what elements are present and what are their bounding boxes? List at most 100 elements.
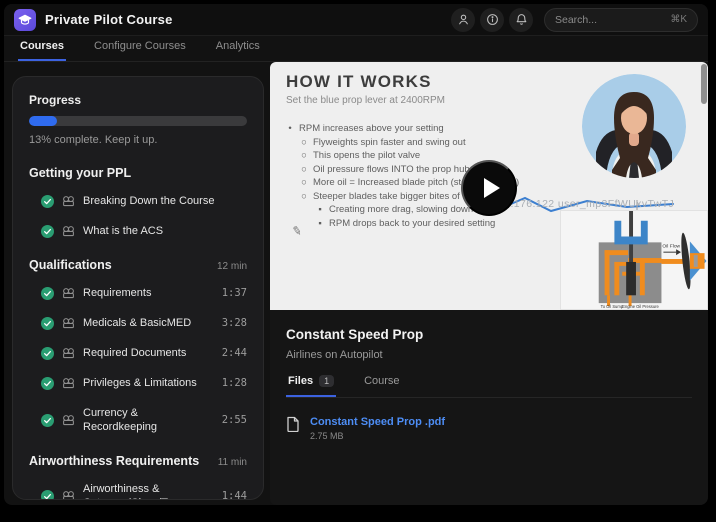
lesson-label: Currency & Recordkeeping xyxy=(83,406,214,434)
bullet-text: This opens the pilot valve xyxy=(313,149,420,163)
section-header-airworthiness-requirements: Airworthiness Requirements11 min xyxy=(29,454,247,468)
lesson-duration: 2:44 xyxy=(222,347,247,359)
user-icon[interactable] xyxy=(451,8,475,32)
course-outline: Getting your PPL Breaking Down the Course… xyxy=(29,166,247,500)
graduation-cap-icon xyxy=(14,9,36,31)
lesson-item-requirements[interactable]: Requirements 1:37 xyxy=(41,286,247,300)
lesson-item-medicals-basicmed[interactable]: Medicals & BasicMED 3:28 xyxy=(41,316,247,330)
lesson-panel: HOW IT WORKS Set the blue prop lever at … xyxy=(270,62,708,505)
check-circle-icon xyxy=(41,317,54,330)
bullet-text: Steeper blades take bigger bites of air xyxy=(313,190,473,204)
lesson-tab-label: Files xyxy=(288,375,313,387)
check-circle-icon xyxy=(41,414,54,427)
tab-configure-courses[interactable]: Configure Courses xyxy=(92,40,188,61)
video-player[interactable]: HOW IT WORKS Set the blue prop lever at … xyxy=(270,62,708,310)
bullet-text: RPM drops back to your desired setting xyxy=(329,217,495,231)
content-area: Progress 13% complete. Keep it up. Getti… xyxy=(4,62,708,505)
presenter-webcam-avatar xyxy=(582,74,686,178)
video-lesson-icon xyxy=(62,490,75,501)
prop-governor-diagram: Oil Flow To Oil Sump Engine Oil Pressure xyxy=(560,210,708,310)
progress-fill xyxy=(29,116,57,126)
pencil-annotation-icon: ✎ xyxy=(291,223,303,239)
check-circle-icon xyxy=(41,225,54,238)
video-watermark: 38.176.122 user_mp3FfWUxvTwTJ xyxy=(498,198,703,210)
lesson-label: Medicals & BasicMED xyxy=(83,316,214,330)
check-circle-icon xyxy=(41,490,54,501)
bullet-text: RPM increases above your setting xyxy=(299,122,444,136)
file-item-constant-speed-prop-pdf[interactable]: Constant Speed Prop .pdf 2.75 MB xyxy=(286,416,692,441)
search-shortcut: ⌘K xyxy=(670,14,687,25)
header-actions: Search... ⌘K xyxy=(451,8,698,32)
page-title: Private Pilot Course xyxy=(45,12,173,27)
lesson-label: Privileges & Limitations xyxy=(83,376,214,390)
lesson-tabs: Files 1 Course xyxy=(286,375,692,398)
slide-title: HOW IT WORKS xyxy=(286,72,432,92)
bullet-text: Creating more drag, slowing down xyxy=(329,203,473,217)
bullet-marker-icon: ○ xyxy=(300,163,308,177)
file-name[interactable]: Constant Speed Prop .pdf xyxy=(310,416,445,428)
slide-bullet: •RPM increases above your setting xyxy=(286,122,519,136)
slide-bullet: ○ Flyweights spin faster and swing out xyxy=(300,136,519,150)
play-button[interactable] xyxy=(461,160,517,216)
progress-status: 13% complete. Keep it up. xyxy=(29,134,247,146)
tab-count-badge: 1 xyxy=(319,375,334,387)
section-duration: 12 min xyxy=(217,261,247,272)
lesson-label: Breaking Down the Course xyxy=(83,194,247,208)
lesson-label: Requirements xyxy=(83,286,214,300)
lesson-author: Airlines on Autopilot xyxy=(286,349,692,361)
video-lesson-icon xyxy=(62,225,75,238)
files-list: Constant Speed Prop .pdf 2.75 MB xyxy=(286,416,692,441)
search-input[interactable]: Search... ⌘K xyxy=(544,8,698,32)
section-title: Qualifications xyxy=(29,258,112,272)
bullet-marker-icon: ▪ xyxy=(316,217,324,231)
check-circle-icon xyxy=(41,195,54,208)
slide-subtitle: Set the blue prop lever at 2400RPM xyxy=(286,95,445,106)
progress-label: Progress xyxy=(29,93,247,107)
lesson-item-what-is-the-acs[interactable]: What is the ACS xyxy=(41,224,247,238)
file-size: 2.75 MB xyxy=(310,431,445,441)
bullet-marker-icon: ○ xyxy=(300,136,308,150)
lesson-duration: 1:37 xyxy=(222,287,247,299)
main-tabs: Courses Configure Courses Analytics xyxy=(4,36,708,62)
bullet-marker-icon: ○ xyxy=(300,176,308,190)
check-circle-icon xyxy=(41,347,54,360)
lesson-item-breaking-down-the-course[interactable]: Breaking Down the Course xyxy=(41,194,247,208)
check-circle-icon xyxy=(41,287,54,300)
lesson-title: Constant Speed Prop xyxy=(286,327,692,342)
lesson-duration: 1:28 xyxy=(222,377,247,389)
bullet-text: Flyweights spin faster and swing out xyxy=(313,136,466,150)
bullet-marker-icon: ○ xyxy=(300,190,308,204)
lesson-tab-course[interactable]: Course xyxy=(362,375,401,397)
video-lesson-icon xyxy=(62,414,75,427)
lesson-tab-files[interactable]: Files 1 xyxy=(286,375,336,397)
notifications-bell-icon[interactable] xyxy=(509,8,533,32)
scrollbar-thumb[interactable] xyxy=(701,64,707,104)
video-lesson-icon xyxy=(62,377,75,390)
video-lesson-icon xyxy=(62,317,75,330)
lesson-item-privileges-limitations[interactable]: Privileges & Limitations 1:28 xyxy=(41,376,247,390)
svg-text:Oil Flow: Oil Flow xyxy=(662,243,680,249)
bullet-marker-icon: ○ xyxy=(300,149,308,163)
info-icon[interactable] xyxy=(480,8,504,32)
lesson-label: Airworthiness & Category/Class/Type xyxy=(83,482,214,500)
tab-courses[interactable]: Courses xyxy=(18,40,66,61)
tab-analytics[interactable]: Analytics xyxy=(214,40,262,61)
lesson-item-required-documents[interactable]: Required Documents 2:44 xyxy=(41,346,247,360)
bullet-text: Oil pressure flows INTO the prop hub xyxy=(313,163,470,177)
lesson-tab-label: Course xyxy=(364,375,399,387)
section-title: Getting your PPL xyxy=(29,166,131,180)
section-duration: 11 min xyxy=(218,457,247,468)
video-lesson-icon xyxy=(62,287,75,300)
lesson-item-currency-recordkeeping[interactable]: Currency & Recordkeeping 2:55 xyxy=(41,406,247,434)
section-header-qualifications: Qualifications 12 min xyxy=(29,258,247,272)
lesson-label: Required Documents xyxy=(83,346,214,360)
lesson-item-airworthiness-category-class-type[interactable]: Airworthiness & Category/Class/Type1:44 xyxy=(41,482,247,500)
search-placeholder: Search... xyxy=(555,14,597,26)
section-header-getting-your-ppl: Getting your PPL xyxy=(29,166,247,180)
play-triangle-icon xyxy=(484,178,500,198)
lesson-duration: 2:55 xyxy=(222,414,247,426)
progress-bar xyxy=(29,116,247,126)
app-header: Private Pilot Course Search... ⌘K xyxy=(4,4,708,36)
video-lesson-icon xyxy=(62,347,75,360)
lesson-duration: 3:28 xyxy=(222,317,247,329)
